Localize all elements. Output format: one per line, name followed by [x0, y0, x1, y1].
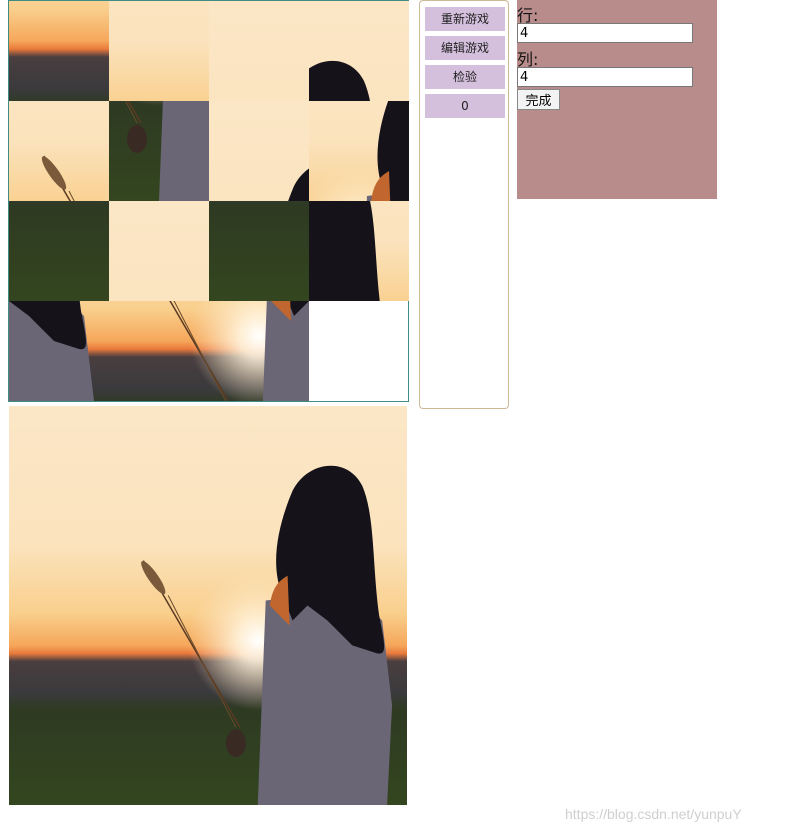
- puzzle-tile[interactable]: [109, 1, 209, 101]
- cols-input[interactable]: [517, 67, 693, 87]
- control-panel: 重新游戏 编辑游戏 检验 0: [419, 0, 509, 409]
- puzzle-tile[interactable]: [209, 1, 309, 101]
- puzzle-tile[interactable]: [9, 101, 109, 201]
- rows-input[interactable]: [517, 23, 693, 43]
- puzzle-tile[interactable]: [209, 101, 309, 201]
- check-button[interactable]: 检验: [425, 65, 505, 89]
- puzzle-tile[interactable]: [9, 201, 109, 301]
- puzzle-board: [8, 0, 409, 402]
- edit-game-button[interactable]: 编辑游戏: [425, 36, 505, 60]
- puzzle-tile[interactable]: [209, 301, 309, 401]
- watermark: https://blog.csdn.net/yunpuY: [565, 806, 742, 822]
- puzzle-tile[interactable]: [109, 201, 209, 301]
- puzzle-tile[interactable]: [9, 301, 109, 401]
- puzzle-tile[interactable]: [309, 101, 409, 201]
- settings-panel: 行: 列: 完成: [517, 0, 717, 199]
- done-button[interactable]: 完成: [517, 89, 560, 110]
- reference-image: [9, 406, 407, 805]
- puzzle-tile[interactable]: [9, 1, 109, 101]
- restart-button[interactable]: 重新游戏: [425, 7, 505, 31]
- move-counter: 0: [425, 94, 505, 118]
- empty-tile[interactable]: [309, 301, 409, 401]
- puzzle-tile[interactable]: [109, 101, 209, 201]
- puzzle-tile[interactable]: [109, 301, 209, 401]
- puzzle-tile[interactable]: [209, 201, 309, 301]
- puzzle-tile[interactable]: [309, 201, 409, 301]
- puzzle-tile[interactable]: [309, 1, 409, 101]
